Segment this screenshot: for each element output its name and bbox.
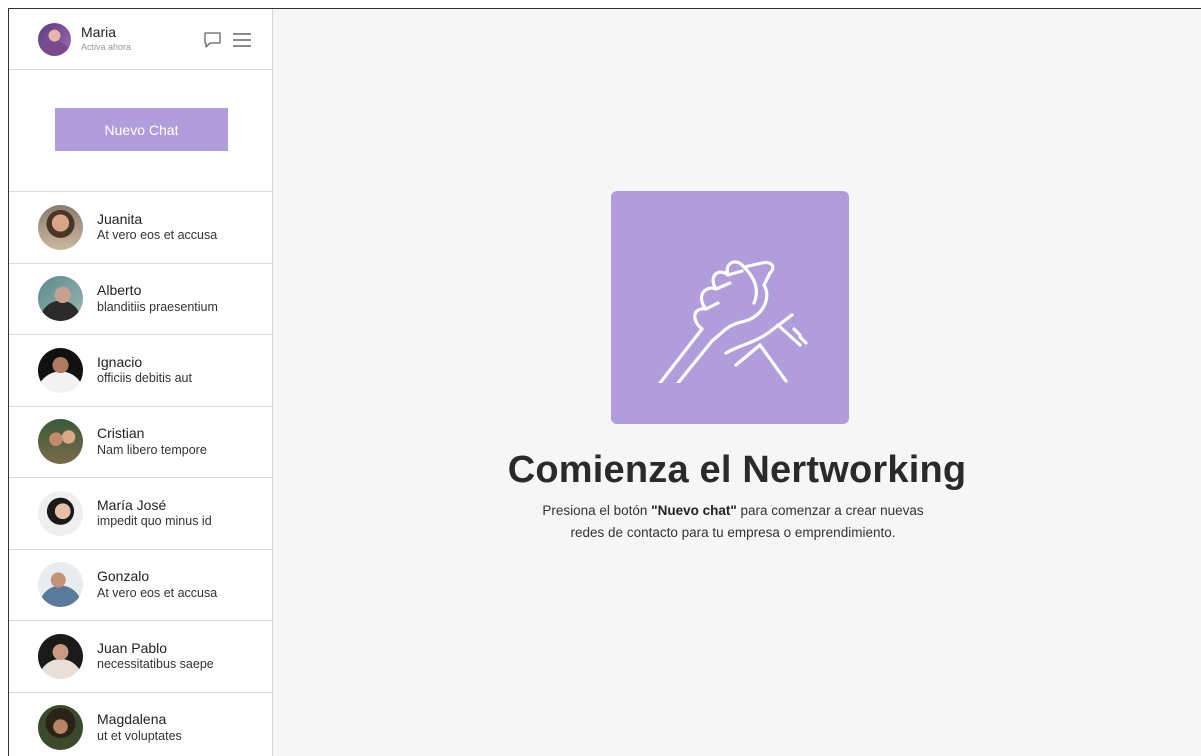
avatar <box>38 347 83 393</box>
contact-name: Ignacio <box>97 353 143 370</box>
contact-name: Alberto <box>97 282 142 299</box>
contact-item[interactable]: Alberto blanditiis praesentium <box>9 264 272 335</box>
contact-item[interactable]: Juan Pablo necessitatibus saepe <box>9 621 272 693</box>
menu-icon[interactable] <box>232 32 252 48</box>
contact-name: Magdalena <box>97 711 167 728</box>
avatar[interactable] <box>38 22 71 56</box>
contact-last-message: At vero eos et accusa <box>97 585 218 600</box>
avatar <box>38 633 83 679</box>
contact-item[interactable]: Magdalena ut et voluptates <box>9 693 272 756</box>
contact-name: Cristian <box>97 425 145 442</box>
user-status: Activa ahora <box>81 41 132 52</box>
avatar <box>38 490 83 536</box>
user-name: Maria <box>81 24 117 41</box>
contact-name: Juanita <box>97 210 143 227</box>
contact-item[interactable]: María José impedit quo minus id <box>9 478 272 550</box>
sidebar-header: Maria Activa ahora <box>9 9 272 70</box>
contact-item[interactable]: Juanita At vero eos et accusa <box>9 192 272 264</box>
hero-desc-bold: "Nuevo chat" <box>651 503 737 518</box>
contact-name: Juan Pablo <box>97 639 168 656</box>
hero-description: Presiona el botón "Nuevo chat" para come… <box>493 500 973 543</box>
hero-illustration <box>611 191 849 424</box>
hero-desc-prefix: Presiona el botón <box>542 503 652 518</box>
chat-bubble-icon[interactable] <box>203 31 222 49</box>
app-window: Maria Activa ahora Nuevo Chat Juanita At… <box>8 8 1201 756</box>
header-actions <box>203 31 252 49</box>
contact-last-message: blanditiis praesentium <box>97 299 218 314</box>
contact-last-message: At vero eos et accusa <box>97 228 218 243</box>
contact-list: Juanita At vero eos et accusa Alberto bl… <box>9 192 272 756</box>
contact-item[interactable]: Gonzalo At vero eos et accusa <box>9 550 272 621</box>
contact-item[interactable]: Ignacio officiis debitis aut <box>9 335 272 407</box>
contact-last-message: officiis debitis aut <box>97 371 192 386</box>
new-chat-button[interactable]: Nuevo Chat <box>55 108 228 151</box>
avatar <box>38 204 83 250</box>
current-user: Maria Activa ahora <box>81 24 132 52</box>
main-panel: Comienza el Nertworking Presiona el botó… <box>273 9 1201 756</box>
contact-name: María José <box>97 496 167 513</box>
avatar <box>38 562 83 608</box>
avatar <box>38 276 83 322</box>
new-chat-section: Nuevo Chat <box>9 70 272 192</box>
sidebar: Maria Activa ahora Nuevo Chat Juanita At… <box>9 9 273 756</box>
contact-last-message: ut et voluptates <box>97 728 182 743</box>
avatar <box>38 419 83 465</box>
contact-last-message: Nam libero tempore <box>97 442 207 457</box>
hero-title: Comienza el Nertworking <box>507 449 967 491</box>
hero-desc-line2: redes de contacto para tu empresa o empr… <box>570 524 896 540</box>
handshake-icon <box>658 259 808 383</box>
avatar <box>38 705 83 751</box>
hero-desc-suffix: para comenzar a crear nuevas <box>736 503 924 518</box>
contact-item[interactable]: Cristian Nam libero tempore <box>9 407 272 478</box>
contact-last-message: impedit quo minus id <box>97 514 212 529</box>
contact-name: Gonzalo <box>97 568 150 585</box>
contact-last-message: necessitatibus saepe <box>97 657 214 672</box>
